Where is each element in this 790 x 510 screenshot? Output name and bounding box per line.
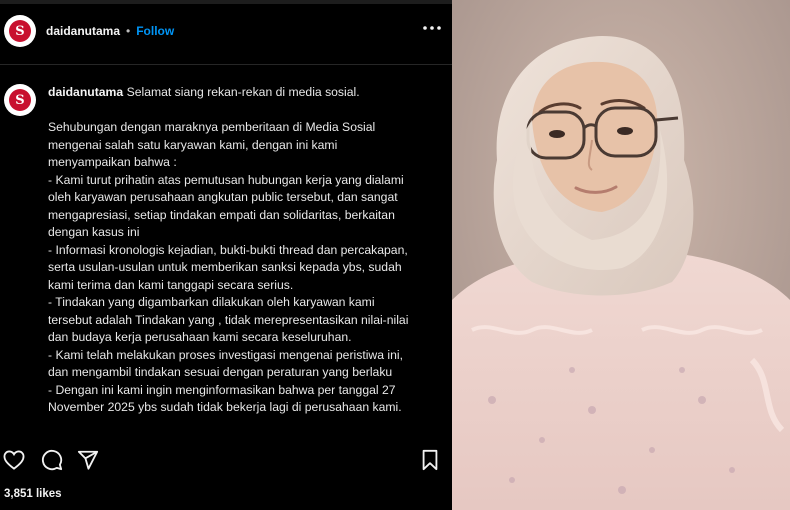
caption-greeting: Selamat siang rekan-rekan di media sosia… <box>126 85 360 99</box>
post-header: S daidanutama • Follow <box>0 8 452 54</box>
caption-line: menyampaikan bahwa : <box>48 155 177 169</box>
caption-line: - Dengan ini kami ingin menginformasikan… <box>48 382 396 397</box>
caption-line: November 2025 ybs sudah tidak bekerja la… <box>48 400 402 414</box>
caption-line: mengapresiasi, setiap tindakan empati da… <box>48 207 395 222</box>
caption-gap <box>48 102 444 120</box>
comment-icon[interactable] <box>40 448 64 472</box>
caption-avatar-wrap: S <box>4 84 36 116</box>
heart-icon[interactable] <box>2 448 26 472</box>
caption-line: - Kami telah melakukan proses investigas… <box>48 347 403 362</box>
top-border <box>0 0 452 4</box>
caption-line: - Kami turut prihatin atas pemutusan hub… <box>48 172 404 187</box>
bookmark-icon[interactable] <box>418 448 442 472</box>
instagram-post: S daidanutama • Follow S daidanutama Sel… <box>0 0 452 510</box>
caption-line: tersebut adalah Tindakan yang , tidak me… <box>48 312 409 327</box>
share-icon[interactable] <box>76 448 100 472</box>
likes-count[interactable]: 3,851 likes <box>4 488 62 500</box>
post-actions <box>0 446 452 474</box>
post-caption: daidanutama Selamat siang rekan-rekan di… <box>48 84 444 417</box>
caption-avatar-logo: S <box>9 89 31 111</box>
portrait-illustration <box>452 0 790 510</box>
caption-line: - Informasi kronologis kejadian, bukti-b… <box>48 242 408 257</box>
caption-line: dengan kasus ini <box>48 225 140 239</box>
avatar-logo: S <box>9 20 31 42</box>
post-username[interactable]: daidanutama <box>46 24 120 38</box>
header-divider <box>0 64 452 65</box>
caption-line: dan mengambil tindakan sesuai dengan per… <box>48 365 393 379</box>
caption-line: mengenai salah satu karyawan kami, denga… <box>48 137 338 152</box>
follow-button[interactable]: Follow <box>136 24 174 38</box>
caption-line: dan budaya kerja perusahaan kami secara … <box>48 330 352 344</box>
caption-line: serta usulan-usulan untuk memberikan san… <box>48 260 402 274</box>
caption-line: kami terima dan kami tanggapi secara ser… <box>48 277 294 292</box>
caption-line: - Tindakan yang digambarkan dilakukan ol… <box>48 295 375 309</box>
caption-username[interactable]: daidanutama <box>48 85 123 99</box>
caption-first-line: daidanutama Selamat siang rekan-rekan di… <box>48 84 444 102</box>
more-options-icon[interactable] <box>422 18 442 38</box>
separator-dot: • <box>126 24 131 38</box>
caption-body: Sehubungan dengan maraknya pemberitaan d… <box>48 119 444 417</box>
person-photo <box>452 0 790 510</box>
caption-line: Sehubungan dengan maraknya pemberitaan d… <box>48 120 376 134</box>
caption-line: oleh karyawan perusahaan angkutan public… <box>48 190 398 204</box>
caption-avatar[interactable]: S <box>4 84 36 116</box>
profile-avatar[interactable]: S <box>4 15 36 47</box>
